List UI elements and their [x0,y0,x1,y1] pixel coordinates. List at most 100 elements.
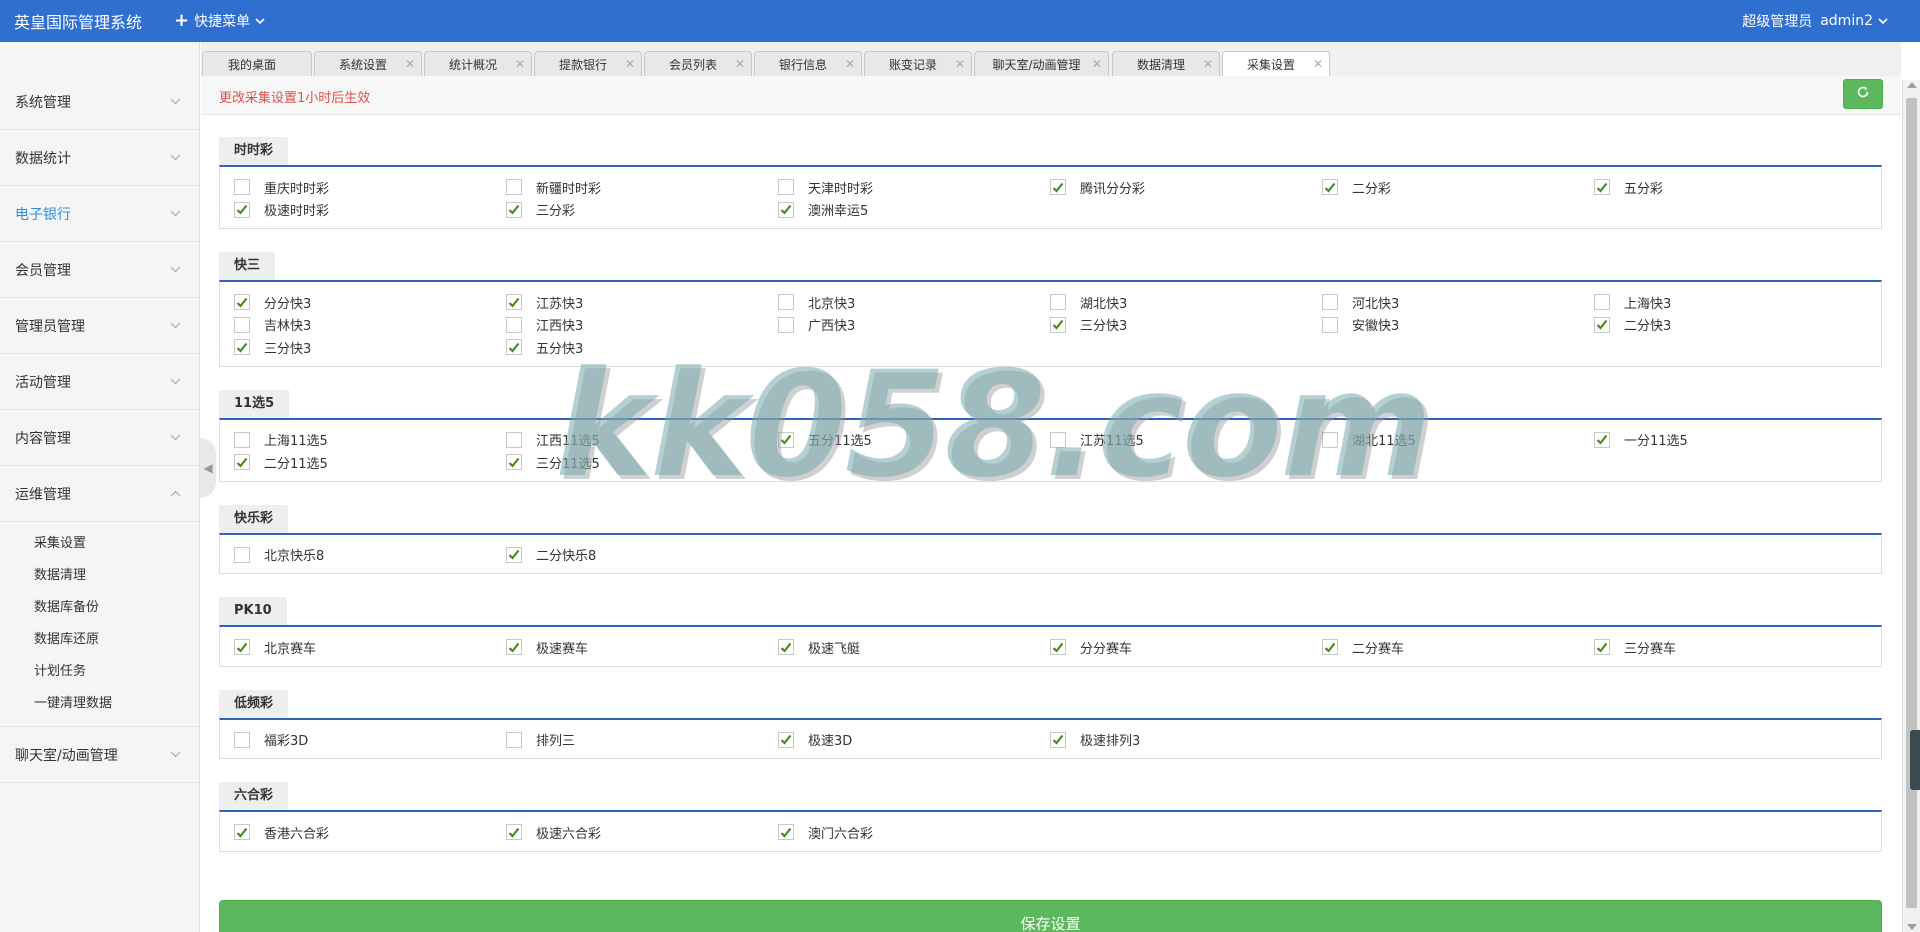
lottery-option[interactable]: 吉林快3 [234,314,506,337]
checkbox[interactable] [506,546,522,563]
tab[interactable]: 银行信息 ✕ [754,51,862,76]
lottery-option[interactable]: 上海快3 [1594,291,1866,314]
sidebar-subitem[interactable]: 计划任务 [0,656,199,688]
checkbox[interactable] [1322,316,1338,333]
lottery-option[interactable]: 分分快3 [234,291,506,314]
lottery-option[interactable]: 极速时时彩 [234,199,506,222]
lottery-option[interactable]: 分分赛车 [1050,636,1322,659]
checkbox[interactable] [1322,431,1338,448]
lottery-option[interactable]: 北京快3 [778,291,1050,314]
checkbox[interactable] [1594,294,1610,311]
lottery-option[interactable]: 天津时时彩 [778,176,1050,199]
close-icon[interactable]: ✕ [515,57,525,71]
lottery-option[interactable]: 三分快3 [1050,314,1322,337]
sidebar-item[interactable]: 活动管理 [0,354,199,410]
tab[interactable]: 聊天室/动画管理 ✕ [974,51,1109,76]
checkbox[interactable] [234,454,250,471]
close-icon[interactable]: ✕ [1203,57,1213,71]
checkbox[interactable] [234,824,250,841]
checkbox[interactable] [1050,431,1066,448]
scrollbar[interactable] [1902,80,1920,932]
tab[interactable]: 数据清理 ✕ [1112,51,1220,76]
refresh-button[interactable] [1843,79,1883,109]
checkbox[interactable] [234,639,250,656]
checkbox[interactable] [778,294,794,311]
sidebar-item[interactable]: 会员管理 [0,242,199,298]
tab[interactable]: 统计概况 ✕ [424,51,532,76]
lottery-option[interactable]: 新疆时时彩 [506,176,778,199]
sidebar-item[interactable]: 管理员管理 [0,298,199,354]
checkbox[interactable] [1050,639,1066,656]
sidebar-item-chat-animation[interactable]: 聊天室/动画管理 [0,727,199,783]
side-panel-handle[interactable] [1910,730,1920,790]
checkbox[interactable] [1594,316,1610,333]
lottery-option[interactable]: 三分11选5 [506,451,778,474]
lottery-option[interactable]: 三分赛车 [1594,636,1866,659]
checkbox[interactable] [506,201,522,218]
lottery-option[interactable]: 二分快3 [1594,314,1866,337]
checkbox[interactable] [778,201,794,218]
lottery-option[interactable]: 安徽快3 [1322,314,1594,337]
close-icon[interactable]: ✕ [735,57,745,71]
checkbox[interactable] [1322,179,1338,196]
lottery-option[interactable]: 广西快3 [778,314,1050,337]
checkbox[interactable] [234,731,250,748]
lottery-option[interactable]: 江西11选5 [506,429,778,452]
lottery-option[interactable]: 河北快3 [1322,291,1594,314]
scroll-up-arrow-icon[interactable] [1907,82,1917,88]
sidebar-item[interactable]: 系统管理 [0,74,199,130]
user-menu[interactable]: admin2 [1820,13,1888,29]
lottery-option[interactable]: 上海11选5 [234,429,506,452]
tab[interactable]: 采集设置 ✕ [1222,51,1330,77]
close-icon[interactable]: ✕ [845,57,855,71]
checkbox[interactable] [506,431,522,448]
checkbox[interactable] [234,546,250,563]
checkbox[interactable] [1050,731,1066,748]
checkbox[interactable] [778,431,794,448]
close-icon[interactable]: ✕ [955,57,965,71]
checkbox[interactable] [1050,179,1066,196]
lottery-option[interactable]: 重庆时时彩 [234,176,506,199]
lottery-option[interactable]: 二分快乐8 [506,544,778,567]
lottery-option[interactable]: 极速排列3 [1050,729,1322,752]
checkbox[interactable] [506,639,522,656]
checkbox[interactable] [234,294,250,311]
checkbox[interactable] [778,731,794,748]
checkbox[interactable] [506,316,522,333]
close-icon[interactable]: ✕ [405,57,415,71]
tab[interactable]: 提款银行 ✕ [534,51,642,76]
lottery-option[interactable]: 澳门六合彩 [778,821,1050,844]
lottery-option[interactable]: 澳洲幸运5 [778,199,1050,222]
checkbox[interactable] [234,179,250,196]
lottery-option[interactable]: 极速3D [778,729,1050,752]
lottery-option[interactable]: 五分11选5 [778,429,1050,452]
lottery-option[interactable]: 北京赛车 [234,636,506,659]
lottery-option[interactable]: 二分赛车 [1322,636,1594,659]
checkbox[interactable] [778,179,794,196]
checkbox[interactable] [506,179,522,196]
lottery-option[interactable]: 江苏快3 [506,291,778,314]
checkbox[interactable] [234,316,250,333]
sidebar-subitem[interactable]: 采集设置 [0,528,199,560]
tab[interactable]: 我的桌面 [202,51,312,76]
checkbox[interactable] [778,316,794,333]
lottery-option[interactable]: 湖北11选5 [1322,429,1594,452]
checkbox[interactable] [1050,316,1066,333]
sidebar-subitem[interactable]: 数据库备份 [0,592,199,624]
lottery-option[interactable]: 腾讯分分彩 [1050,176,1322,199]
sidebar-item[interactable]: 运维管理 [0,466,199,522]
tab[interactable]: 会员列表 ✕ [644,51,752,76]
sidebar-item[interactable]: 电子银行 [0,186,199,242]
checkbox[interactable] [506,294,522,311]
checkbox[interactable] [1050,294,1066,311]
lottery-option[interactable]: 湖北快3 [1050,291,1322,314]
scroll-down-arrow-icon[interactable] [1907,924,1917,930]
lottery-option[interactable]: 极速赛车 [506,636,778,659]
checkbox[interactable] [506,339,522,356]
close-icon[interactable]: ✕ [1092,57,1102,71]
checkbox[interactable] [234,431,250,448]
checkbox[interactable] [234,201,250,218]
lottery-option[interactable]: 排列三 [506,729,778,752]
lottery-option[interactable]: 五分快3 [506,336,778,359]
sidebar-item[interactable]: 内容管理 [0,410,199,466]
